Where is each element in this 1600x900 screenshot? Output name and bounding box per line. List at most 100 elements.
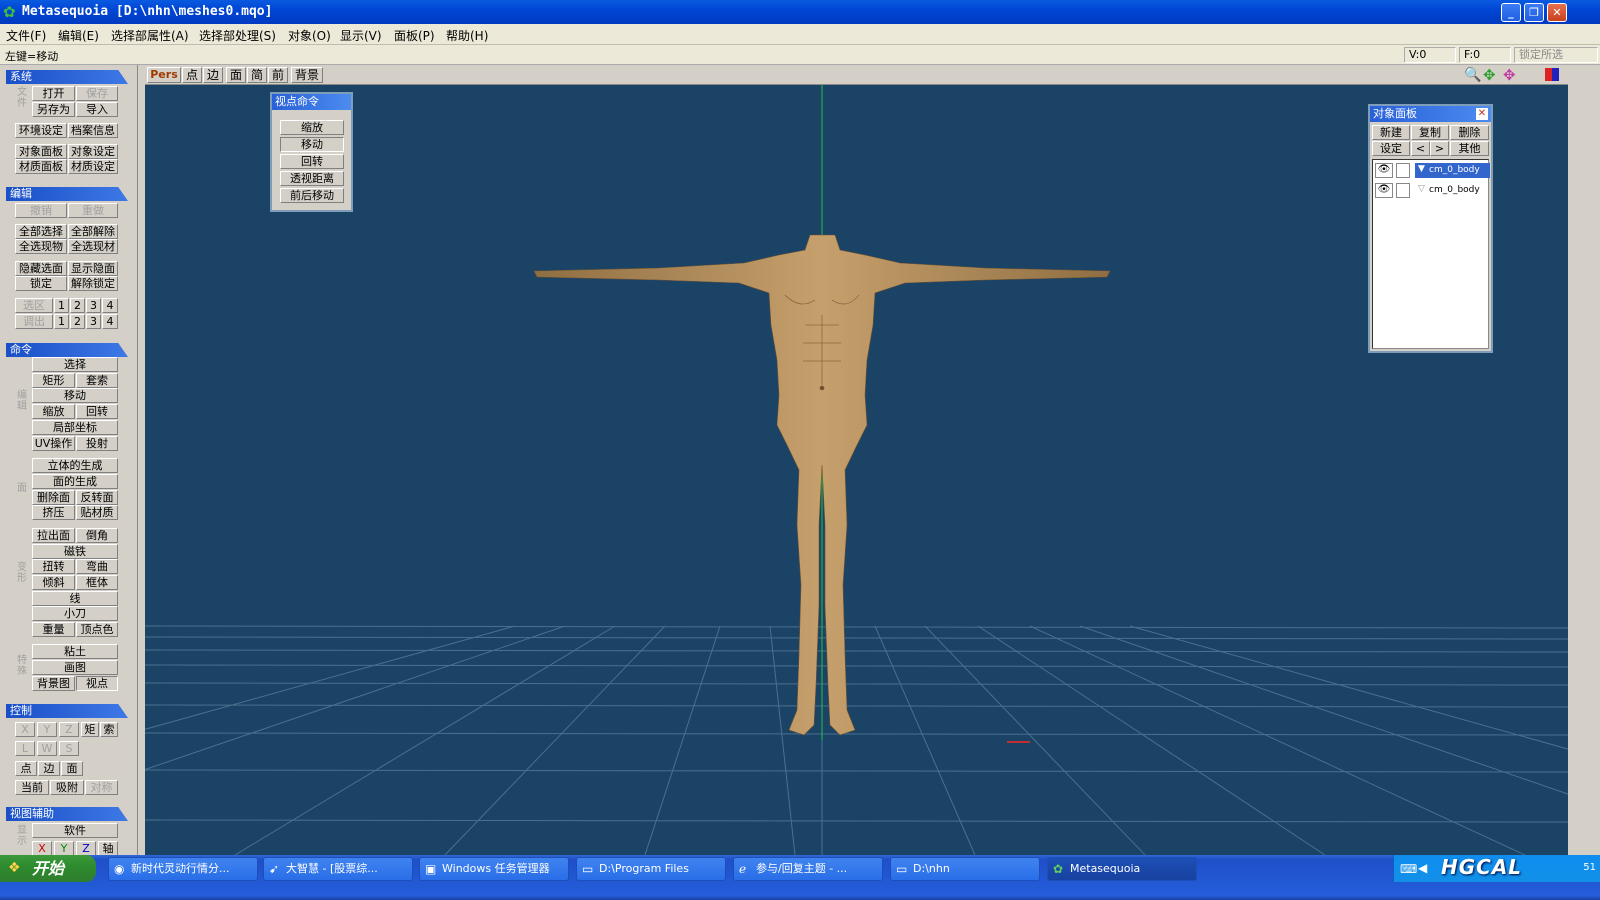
section-viewaid-header[interactable]: 视图辅助 xyxy=(6,807,128,821)
view-axis-button[interactable]: 轴 xyxy=(98,841,118,856)
show-faces-toggle[interactable]: 面 xyxy=(226,67,246,83)
save-as-button[interactable]: 另存为 xyxy=(32,102,75,117)
list-item[interactable]: 👁 cm_0_body ▽ xyxy=(1373,182,1490,200)
axis-y-toggle[interactable]: Y xyxy=(37,722,57,737)
menu-selection-attr[interactable]: 选择部属性(A) xyxy=(111,27,189,44)
section-system-header[interactable]: 系统 xyxy=(6,70,128,84)
pull-face-button[interactable]: 拉出面 xyxy=(32,528,75,543)
zone-2-button[interactable]: 2 xyxy=(70,298,85,313)
vertex-color-button[interactable]: 顶点色 xyxy=(76,622,118,637)
menu-view[interactable]: 显示(V) xyxy=(340,27,382,44)
copy-object-button[interactable]: 复制 xyxy=(1411,125,1449,140)
task-button-4[interactable]: ▭ D:\Program Files xyxy=(576,857,726,881)
start-button[interactable]: ❖ 开始 xyxy=(0,855,96,882)
restore-button[interactable]: ❐ xyxy=(1524,3,1544,22)
other-options-button[interactable]: 其他 xyxy=(1450,141,1489,156)
section-command-header[interactable]: 命令 xyxy=(6,343,128,357)
callout-3-button[interactable]: 3 xyxy=(86,314,101,329)
lattice-button[interactable]: 框体 xyxy=(76,575,118,590)
task-button-6[interactable]: ▭ D:\nhn xyxy=(890,857,1040,881)
menu-selection-process[interactable]: 选择部处理(S) xyxy=(199,27,276,44)
save-button[interactable]: 保存 xyxy=(76,86,118,101)
show-edges-toggle[interactable]: 边 xyxy=(203,67,223,83)
lasso-select-button[interactable]: 套索 xyxy=(76,373,118,388)
project-button[interactable]: 投射 xyxy=(76,436,118,451)
front-only-toggle[interactable]: 前 xyxy=(268,67,288,83)
open-button[interactable]: 打开 xyxy=(32,86,75,101)
paint-button[interactable]: 画图 xyxy=(32,660,118,675)
dolly-button[interactable]: 前后移动 xyxy=(280,188,344,203)
snap-toggle[interactable]: 吸附 xyxy=(50,780,84,795)
minimize-button[interactable]: _ xyxy=(1501,3,1521,22)
select-tool-button[interactable]: 选择 xyxy=(32,357,118,372)
list-item[interactable]: 👁 cm_0_body ▼ xyxy=(1373,162,1490,180)
extrude-button[interactable]: 挤压 xyxy=(32,505,75,520)
paste-material-button[interactable]: 贴材质 xyxy=(76,505,118,520)
unlock-button[interactable]: 解除锁定 xyxy=(68,276,118,291)
object-panel-title[interactable]: 对象面板 ✕ xyxy=(1370,106,1491,122)
menu-help[interactable]: 帮助(H) xyxy=(446,27,488,44)
import-button[interactable]: 导入 xyxy=(76,102,118,117)
doc-info-button[interactable]: 档案信息 xyxy=(68,123,118,138)
solid-generate-button[interactable]: 立体的生成 xyxy=(32,458,118,473)
move-down-button[interactable]: > xyxy=(1430,141,1449,156)
close-icon[interactable]: ✕ xyxy=(1476,108,1488,120)
zone-3-button[interactable]: 3 xyxy=(86,298,101,313)
line-tool-button[interactable]: 线 xyxy=(32,591,118,606)
zoom-icon[interactable]: 🔍 xyxy=(1464,67,1481,83)
twist-button[interactable]: 扭转 xyxy=(32,559,75,574)
task-button-5[interactable]: ℯ 参与/回复主题 - ... xyxy=(733,857,883,881)
tilt-button[interactable]: 倾斜 xyxy=(32,575,75,590)
selection-zone-button[interactable]: 选区 xyxy=(15,298,53,313)
background-image-button[interactable]: 背景图 xyxy=(32,676,75,691)
lasso-mode-toggle[interactable]: 索 xyxy=(100,722,118,737)
delete-face-button[interactable]: 删除面 xyxy=(32,490,75,505)
rect-select-button[interactable]: 矩形 xyxy=(32,373,75,388)
color-palette-icon[interactable] xyxy=(1545,68,1559,81)
point-mode-toggle[interactable]: 点 xyxy=(15,761,37,776)
flip-face-button[interactable]: 反转面 xyxy=(76,490,118,505)
view-y-axis-button[interactable]: Y xyxy=(54,841,74,856)
menu-panel[interactable]: 面板(P) xyxy=(394,27,435,44)
collapse-triangle-icon[interactable]: ▽ xyxy=(1418,184,1425,194)
axis-z-toggle[interactable]: Z xyxy=(59,722,79,737)
material-settings-button[interactable]: 材质设定 xyxy=(68,159,118,174)
object-settings-panel-button[interactable]: 设定 xyxy=(1372,141,1410,156)
zone-1-button[interactable]: 1 xyxy=(54,298,69,313)
callout-button[interactable]: 调出 xyxy=(15,314,53,329)
clock[interactable]: 51 xyxy=(1583,862,1596,873)
knife-tool-button[interactable]: 小刀 xyxy=(32,606,118,621)
clay-button[interactable]: 粘土 xyxy=(32,644,118,659)
local-coords-button[interactable]: 局部坐标 xyxy=(32,420,118,435)
task-button-1[interactable]: ◉ 新时代灵动行情分... xyxy=(108,857,258,881)
background-toggle[interactable]: 背景 xyxy=(291,67,323,83)
section-edit-header[interactable]: 编辑 xyxy=(6,187,128,201)
view-command-title[interactable]: 视点命令 xyxy=(272,94,351,110)
3d-viewport[interactable] xyxy=(145,85,1568,855)
collapse-triangle-icon[interactable]: ▼ xyxy=(1418,164,1425,174)
deselect-all-button[interactable]: 全部解除 xyxy=(68,224,118,239)
select-current-material-button[interactable]: 全选现材 xyxy=(68,239,118,254)
undo-button[interactable]: 撤销 xyxy=(15,203,67,218)
perspective-toggle[interactable]: Pers xyxy=(147,67,181,83)
bevel-button[interactable]: 倒角 xyxy=(76,528,118,543)
view-tool-button[interactable]: 视点 xyxy=(76,676,118,691)
eye-icon[interactable]: 👁 xyxy=(1375,163,1393,178)
expand-tray-icon[interactable]: ◀ xyxy=(1418,861,1427,875)
face-mode-toggle[interactable]: 面 xyxy=(61,761,83,776)
object-panel-button[interactable]: 对象面板 xyxy=(15,144,67,159)
redo-button[interactable]: 重做 xyxy=(68,203,118,218)
view-rotate-button[interactable]: 回转 xyxy=(280,154,344,169)
callout-4-button[interactable]: 4 xyxy=(102,314,118,329)
hide-selected-button[interactable]: 隐藏选面 xyxy=(15,261,67,276)
menu-object[interactable]: 对象(O) xyxy=(288,27,331,44)
axis-x-toggle[interactable]: X xyxy=(15,722,35,737)
keyboard-icon[interactable]: ⌨ xyxy=(1400,862,1417,876)
symmetry-toggle[interactable]: 对称 xyxy=(85,780,118,795)
bend-button[interactable]: 弯曲 xyxy=(76,559,118,574)
move-tool-button[interactable]: 移动 xyxy=(32,388,118,403)
callout-1-button[interactable]: 1 xyxy=(54,314,69,329)
callout-2-button[interactable]: 2 xyxy=(70,314,85,329)
select-all-button[interactable]: 全部选择 xyxy=(15,224,67,239)
env-settings-button[interactable]: 环境设定 xyxy=(15,123,67,138)
